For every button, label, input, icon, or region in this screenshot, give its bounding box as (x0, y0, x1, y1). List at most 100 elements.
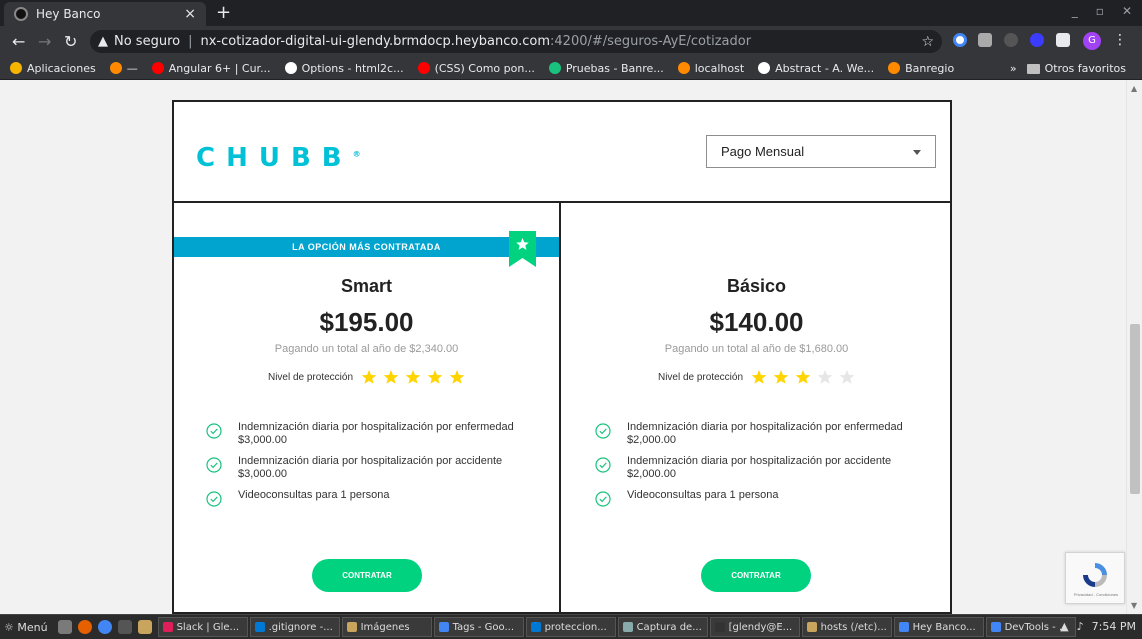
bookmark-item[interactable]: Aplicaciones (10, 62, 96, 75)
check-circle-icon (206, 491, 222, 507)
taskbar-window-button[interactable]: .gitignore -... (249, 617, 340, 637)
feature-item: Indemnización diaria por hospitalización… (595, 421, 925, 447)
taskbar-window-button[interactable]: [glendy@E... (709, 617, 800, 637)
feature-text: Indemnización diaria por hospitalización… (627, 421, 903, 446)
bookmark-item[interactable]: Options - html2c... (284, 62, 404, 75)
start-menu-button[interactable]: ☼ Menú (4, 621, 48, 634)
bookmark-item[interactable]: Angular 6+ | Cur... (151, 61, 271, 75)
app-icon (254, 622, 265, 632)
feature-text: Indemnización diaria por hospitalización… (627, 455, 892, 480)
star-empty-icon (817, 370, 833, 384)
address-bar[interactable]: ▲ No seguro | nx-cotizador-digital-ui-gl… (90, 30, 942, 53)
taskbar-window-button[interactable]: Slack | Gle... (157, 617, 248, 637)
extension-icon[interactable] (978, 33, 992, 47)
maximize-icon[interactable]: ▫ (1096, 4, 1104, 18)
contratar-button[interactable]: CONTRATAR (312, 559, 422, 592)
minimize-icon[interactable]: _ (1072, 4, 1078, 18)
extension-icon[interactable] (1004, 33, 1018, 47)
bookmark-item[interactable]: Pruebas - Banre... (548, 61, 664, 75)
bookmark-label: Abstract - A. We... (775, 61, 875, 75)
scroll-up-icon[interactable]: ▲ (1131, 84, 1137, 93)
feature-item: Indemnización diaria por hospitalización… (595, 455, 925, 481)
firefox-icon[interactable] (77, 620, 92, 634)
tab-title: Hey Banco (36, 7, 101, 21)
app-icon (530, 622, 541, 632)
bookmark-label: Pruebas - Banre... (565, 61, 664, 75)
quote-header: CHUBB® Pago Mensual (174, 102, 950, 203)
os-taskbar: ☼ Menú Slack | Gle... .gitignore -... Imág… (0, 614, 1142, 639)
bookmark-item[interactable]: localhost (677, 61, 745, 75)
bookmark-label: localhost (694, 61, 745, 75)
star-filled-icon (773, 370, 789, 384)
feature-text: Indemnización diaria por hospitalización… (238, 421, 514, 446)
taskbar-window-button[interactable]: hosts (/etc)... (801, 617, 892, 637)
bookmark-item[interactable]: — (109, 62, 138, 75)
files-icon[interactable] (137, 620, 152, 634)
bookmark-item[interactable]: Abstract - A. We... (758, 62, 874, 75)
feature-text: Videoconsultas para 1 persona (238, 489, 390, 501)
bookmark-star-icon[interactable]: ☆ (921, 34, 934, 50)
taskbar-window-button[interactable]: Hey Banco... (893, 617, 984, 637)
tab-close-icon[interactable]: × (184, 6, 196, 22)
chubb-logo: CHUBB® (196, 143, 361, 173)
bookmark-favicon-icon (284, 62, 297, 74)
check-circle-icon (595, 457, 611, 473)
browser-tab[interactable]: Hey Banco × (4, 2, 206, 26)
scroll-down-icon[interactable]: ▼ (1131, 601, 1137, 610)
protection-level: Nivel de protección (174, 369, 559, 385)
page-scrollbar[interactable]: ▲ ▼ (1126, 80, 1142, 614)
clock[interactable]: 7:54 PM (1092, 620, 1136, 633)
bookmarks-more-icon[interactable]: » (1010, 62, 1017, 75)
protection-level: Nivel de protección (563, 369, 950, 385)
feature-list: Indemnización diaria por hospitalización… (206, 421, 536, 515)
star-filled-icon (383, 370, 399, 384)
app-icon (622, 622, 633, 632)
taskbar-window-button[interactable]: proteccion... (525, 617, 616, 637)
bookmark-label: (CSS) Como pon... (434, 61, 535, 75)
recaptcha-badge[interactable]: Privacidad - Condiciones (1065, 552, 1125, 604)
folder-icon (1026, 63, 1040, 74)
bookmark-favicon-icon (10, 62, 22, 74)
show-desktop-icon[interactable] (57, 620, 72, 634)
plan-price: $195.00 (319, 307, 414, 337)
bookmark-item[interactable]: Banregio (888, 62, 954, 75)
contratar-button[interactable]: CONTRATAR (701, 559, 811, 592)
plan-card-smart: LA OPCIÓN MÁS CONTRATADA Smart $195.00 P… (174, 203, 561, 614)
other-bookmarks[interactable]: Otros favoritos (1026, 62, 1126, 75)
tab-favicon-icon (14, 7, 28, 21)
star-filled-icon (449, 370, 465, 384)
chrome-icon[interactable] (97, 620, 112, 634)
extension-icon[interactable] (953, 33, 967, 47)
reload-icon[interactable]: ↻ (64, 32, 77, 51)
taskbar-window-button[interactable]: Imágenes (341, 617, 432, 637)
bookmark-favicon-icon (888, 62, 901, 74)
bookmarks-overflow: » Otros favoritos (1010, 57, 1126, 80)
check-circle-icon (595, 423, 611, 439)
plan-name: Básico (726, 276, 787, 296)
volume-icon[interactable]: ♪ (1077, 620, 1084, 633)
scrollbar-thumb[interactable] (1130, 324, 1140, 494)
bookmark-item[interactable]: (CSS) Como pon... (417, 61, 535, 75)
bookmark-label: Angular 6+ | Cur... (168, 61, 271, 75)
new-tab-button[interactable]: + (216, 2, 231, 23)
feature-list: Indemnización diaria por hospitalización… (595, 421, 925, 515)
app-icon (898, 622, 909, 632)
terminal-icon[interactable] (117, 620, 132, 634)
taskbar-window-button[interactable]: Captura de... (617, 617, 708, 637)
feature-item: Indemnización diaria por hospitalización… (206, 421, 536, 447)
app-icon (714, 622, 725, 632)
forward-icon[interactable]: → (38, 32, 51, 51)
app-icon (346, 622, 357, 632)
taskbar-window-button[interactable]: Tags - Goo... (433, 617, 524, 637)
extensions-puzzle-icon[interactable] (1056, 33, 1070, 47)
profile-avatar[interactable]: G (1083, 32, 1101, 50)
close-window-icon[interactable]: ✕ (1122, 4, 1132, 18)
network-icon[interactable]: ▲ (1060, 620, 1068, 633)
payment-frequency-value: Pago Mensual (721, 144, 805, 159)
payment-frequency-select[interactable]: Pago Mensual (706, 135, 936, 168)
extension-icon[interactable] (1030, 33, 1044, 47)
back-icon[interactable]: ← (12, 32, 25, 51)
star-filled-icon (361, 370, 377, 384)
plan-annual-total: Pagando un total al año de $2,340.00 (274, 343, 459, 355)
browser-menu-icon[interactable]: ⋮ (1113, 32, 1127, 48)
